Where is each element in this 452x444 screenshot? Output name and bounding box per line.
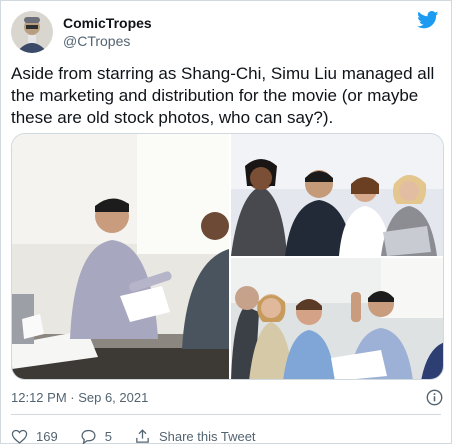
tweet-media-grid [11, 133, 444, 380]
photo-meeting-presenter[interactable] [12, 134, 229, 379]
tweet-card: ComicTropes @CTropes Aside from starring… [0, 0, 452, 444]
like-button[interactable]: 169 [11, 428, 58, 444]
share-label: Share this Tweet [158, 428, 256, 444]
reply-bubble-icon [81, 429, 96, 444]
photo-team-laughing[interactable] [231, 258, 443, 379]
twitter-bird-icon[interactable] [417, 11, 439, 29]
share-button[interactable]: Share this Tweet [134, 428, 256, 444]
share-icon [136, 428, 149, 443]
info-icon[interactable] [426, 389, 443, 406]
account-name[interactable]: ComicTropes [63, 15, 152, 32]
reply-count: 5 [104, 428, 112, 444]
account-handle[interactable]: @CTropes [63, 33, 130, 50]
divider [11, 414, 441, 415]
reply-button[interactable]: 5 [80, 428, 112, 444]
tweet-timestamp[interactable]: 12:12 PM · Sep 6, 2021 [11, 390, 148, 406]
heart-icon [11, 429, 28, 444]
photo-group-laptop[interactable] [231, 134, 443, 256]
tweet-header: ComicTropes @CTropes [11, 11, 443, 55]
tweet-text: Aside from starring as Shang-Chi, Simu L… [11, 64, 435, 127]
avatar[interactable] [11, 11, 53, 53]
like-count: 169 [36, 428, 58, 444]
tweet-actions: 169 5 Share this Tweet [11, 427, 278, 444]
